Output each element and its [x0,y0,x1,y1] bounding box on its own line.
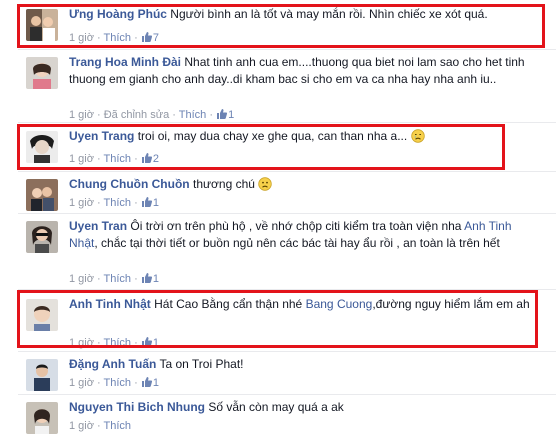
like-button[interactable]: Thích [104,273,132,285]
comment-text: Hát Cao Bằng cẩn thận nhé [154,297,303,311]
comment-meta: 1 giờ · Thích · 1 [69,376,159,390]
comment-text: Ôi trời ơn trên phù hộ , về nhớ chộp cit… [130,219,462,233]
crying-face-icon [410,129,425,143]
like-count[interactable]: 1 [141,272,159,286]
comment-item: Nguyen Thi Bich Nhung Số vẫn còn may quá… [0,396,556,435]
like-count[interactable]: 1 [141,196,159,210]
comment-time[interactable]: 1 giờ [69,153,94,165]
comment-time[interactable]: 1 giờ [69,197,94,209]
comment-body: Chung Chuồn Chuồn thương chú [69,176,542,193]
comment-time[interactable]: 1 giờ [69,337,94,349]
comment-author[interactable]: Trang Hoa Minh Đài [69,55,181,69]
comment-meta: 1 giờ · Thích [69,420,132,432]
avatar[interactable] [26,221,58,253]
comment-time[interactable]: 1 giờ [69,32,94,44]
divider [18,289,556,290]
like-button[interactable]: Thích [104,420,132,432]
thumbs-up-icon [141,32,152,42]
frown-face-icon [258,177,272,191]
like-button[interactable]: Thích [104,32,132,44]
tagged-user-link[interactable]: Bang Cuong [306,297,373,311]
comment-text-continued: , chắc tại thời tiết or buồn ngủ nên các… [94,236,500,250]
comment-body: Nguyen Thi Bich Nhung Số vẫn còn may quá… [69,399,542,416]
avatar[interactable] [26,131,58,163]
divider [18,49,556,50]
avatar[interactable] [26,299,58,331]
avatar[interactable] [26,402,58,434]
comment-text: troi oi, may dua chay xe ghe qua, can th… [137,129,408,143]
comment-text: Ta on Troi Phat! [159,357,244,371]
comment-body: Ưng Hoàng Phúc Người bình an là tốt và m… [69,6,542,23]
avatar[interactable] [26,57,58,89]
comment-item: Chung Chuồn Chuồn thương chú 1 giờ · Thí… [0,173,556,213]
avatar[interactable] [26,179,58,211]
divider [18,394,556,395]
comment-meta: 1 giờ · Thích · 1 [69,336,159,350]
comment-text: thương chú [192,177,255,191]
thumbs-up-icon [141,153,152,163]
comment-time[interactable]: 1 giờ [69,109,94,121]
comment-time[interactable]: 1 giờ [69,420,94,432]
thumbs-up-icon [141,377,152,387]
comment-author[interactable]: Uyen Tran [69,219,127,233]
like-button[interactable]: Thích [179,109,207,121]
comment-text-continued: ,đường nguy hiểm lắm em ah [372,297,530,311]
comment-body: Trang Hoa Minh Đài Nhat tinh anh cua em.… [69,54,542,88]
comment-item: Anh Tinh Nhật Hát Cao Bằng cẩn thận nhé … [0,293,556,349]
avatar[interactable] [26,359,58,391]
like-count[interactable]: 1 [216,108,234,122]
comment-meta: 1 giờ · Thích · 1 [69,272,159,286]
like-button[interactable]: Thích [104,153,132,165]
comment-body: Uyen Trang troi oi, may dua chay xe ghe … [69,128,542,145]
comment-item: Uyen Trang troi oi, may dua chay xe ghe … [0,125,556,171]
comment-text: Người bình an là tốt và may mắn rồi. Nhì… [170,7,488,21]
comment-body: Anh Tinh Nhật Hát Cao Bằng cẩn thận nhé … [69,296,542,313]
comment-list: Ưng Hoàng Phúc Người bình an là tốt và m… [0,0,556,435]
like-count[interactable]: 1 [141,376,159,390]
comment-text: Số vẫn còn may quá a ak [208,400,344,414]
divider [18,351,556,352]
comment-meta: 1 giờ · Thích · 1 [69,196,159,210]
comment-item: Ưng Hoàng Phúc Người bình an là tốt và m… [0,3,556,49]
thumbs-up-icon [141,273,152,283]
like-count[interactable]: 2 [141,152,159,166]
comment-time[interactable]: 1 giờ [69,273,94,285]
comment-time[interactable]: 1 giờ [69,377,94,389]
comment-meta: 1 giờ · Thích · 2 [69,152,159,166]
divider [18,213,556,214]
comment-body: Đặng Anh Tuấn Ta on Troi Phat! [69,356,542,373]
comment-author[interactable]: Ưng Hoàng Phúc [69,7,167,21]
divider [18,171,556,172]
comment-author[interactable]: Đặng Anh Tuấn [69,357,156,371]
like-button[interactable]: Thích [104,197,132,209]
comment-author[interactable]: Uyen Trang [69,129,134,143]
thumbs-up-icon [217,109,228,119]
comment-author[interactable]: Nguyen Thi Bich Nhung [69,400,205,414]
comment-meta: 1 giờ · Thích · 7 [69,31,159,45]
avatar[interactable] [26,9,58,41]
thumbs-up-icon [141,197,152,207]
edited-label[interactable]: Đã chỉnh sửa [104,109,169,121]
comment-author[interactable]: Anh Tinh Nhật [69,297,151,311]
comment-meta: 1 giờ · Đã chỉnh sửa · Thích · 1 [69,108,235,122]
divider [18,122,556,123]
like-button[interactable]: Thích [104,377,132,389]
comment-item: Uyen Tran Ôi trời ơn trên phù hộ , về nh… [0,215,556,287]
comment-body: Uyen Tran Ôi trời ơn trên phù hộ , về nh… [69,218,542,252]
like-count[interactable]: 7 [141,31,159,45]
like-button[interactable]: Thích [104,337,132,349]
comment-item: Trang Hoa Minh Đài Nhat tinh anh cua em.… [0,51,556,122]
like-count[interactable]: 1 [141,336,159,350]
comment-item: Đặng Anh Tuấn Ta on Troi Phat! 1 giờ · T… [0,353,556,393]
comment-author[interactable]: Chung Chuồn Chuồn [69,177,190,191]
thumbs-up-icon [141,337,152,347]
